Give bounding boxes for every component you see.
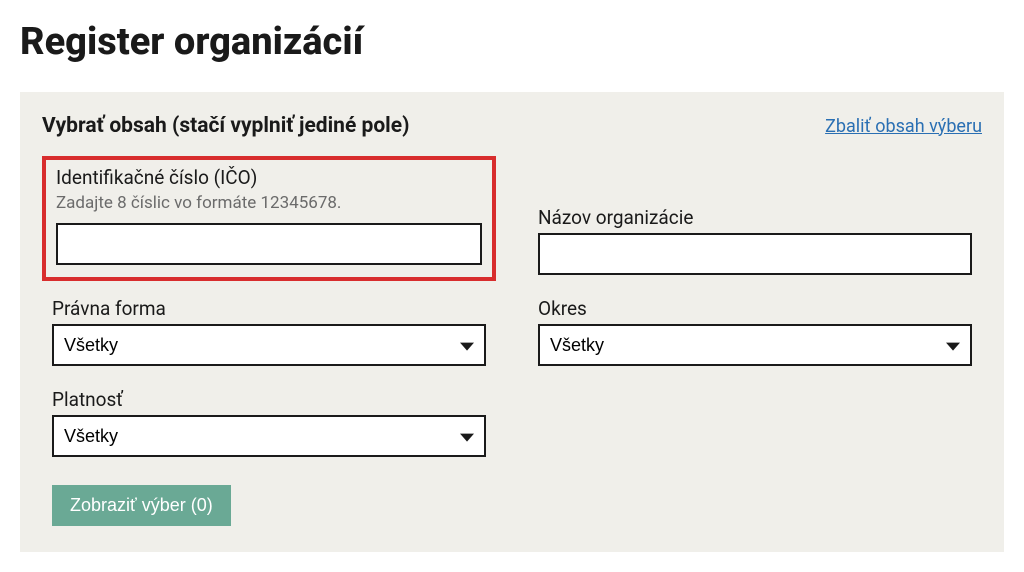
panel-title: Vybrať obsah (stačí vyplniť jediné pole) bbox=[42, 114, 409, 138]
ico-input[interactable] bbox=[56, 223, 482, 265]
form-row-1: Identifikačné číslo (IČO) Zadajte 8 čísl… bbox=[42, 156, 982, 287]
legal-form-select[interactable]: Všetky bbox=[52, 324, 486, 366]
submit-button[interactable]: Zobraziť výber (0) bbox=[52, 485, 231, 526]
org-name-input[interactable] bbox=[538, 233, 972, 275]
page-title: Register organizácií bbox=[20, 20, 1004, 64]
field-group-org-name: Názov organizácie bbox=[528, 198, 982, 287]
ico-hint: Zadajte 8 číslic vo formáte 12345678. bbox=[56, 193, 482, 213]
field-group-district: Okres Všetky bbox=[528, 289, 982, 378]
district-select[interactable]: Všetky bbox=[538, 324, 972, 366]
panel-header: Vybrať obsah (stačí vyplniť jediné pole)… bbox=[42, 114, 982, 138]
org-name-label: Názov organizácie bbox=[538, 206, 972, 229]
validity-select[interactable]: Všetky bbox=[52, 415, 486, 457]
validity-label: Platnosť bbox=[52, 388, 486, 411]
collapse-link[interactable]: Zbaliť obsah výberu bbox=[825, 116, 982, 137]
form-row-3: Platnosť Všetky bbox=[42, 380, 982, 469]
field-group-ico: Identifikačné číslo (IČO) Zadajte 8 čísl… bbox=[42, 156, 496, 281]
legal-form-select-wrapper: Všetky bbox=[52, 324, 486, 366]
field-group-validity: Platnosť Všetky bbox=[42, 380, 496, 469]
ico-label: Identifikačné číslo (IČO) bbox=[56, 166, 482, 189]
legal-form-label: Právna forma bbox=[52, 297, 486, 320]
district-select-wrapper: Všetky bbox=[538, 324, 972, 366]
form-row-2: Právna forma Všetky Okres Všetky bbox=[42, 289, 982, 378]
validity-select-wrapper: Všetky bbox=[52, 415, 486, 457]
field-group-legal-form: Právna forma Všetky bbox=[42, 289, 496, 378]
filter-panel: Vybrať obsah (stačí vyplniť jediné pole)… bbox=[20, 92, 1004, 552]
submit-row: Zobraziť výber (0) bbox=[42, 471, 982, 526]
district-label: Okres bbox=[538, 297, 972, 320]
